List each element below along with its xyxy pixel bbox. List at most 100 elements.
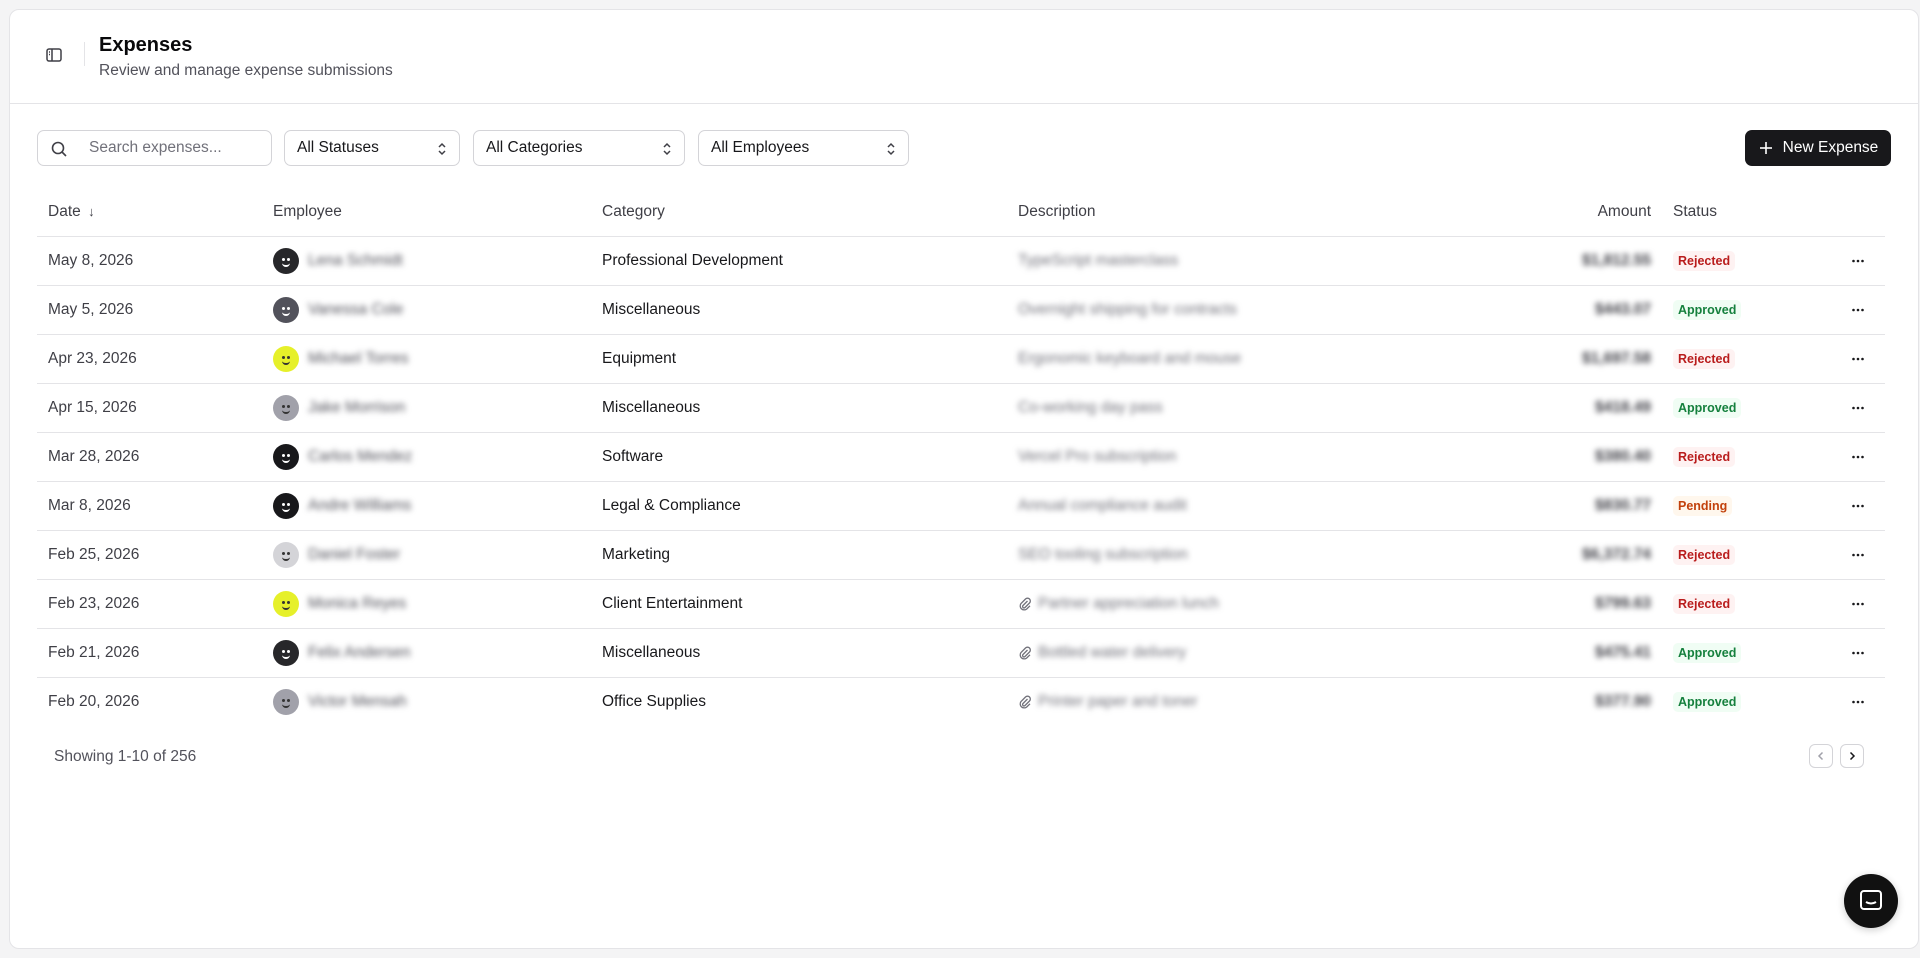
row-actions-button[interactable] bbox=[1831, 645, 1885, 661]
table-row[interactable]: Feb 25, 2026 Daniel Foster Marketing SEO to… bbox=[37, 530, 1885, 580]
avatar bbox=[273, 345, 299, 372]
page-header: Expenses Review and manage expense submi… bbox=[10, 10, 1918, 104]
row-actions-button[interactable] bbox=[1831, 302, 1885, 318]
row-actions-button[interactable] bbox=[1831, 400, 1885, 416]
amount-value: $799.63 bbox=[1594, 594, 1651, 612]
employee-name: Felix Andersen bbox=[308, 643, 411, 661]
cell-description: Co-working day pass bbox=[1018, 383, 1507, 433]
chevron-left-icon bbox=[1817, 751, 1824, 761]
status-badge: Rejected bbox=[1673, 593, 1736, 614]
cell-description: TypeScript masterclass bbox=[1018, 236, 1507, 286]
new-expense-button[interactable]: New Expense bbox=[1745, 130, 1891, 166]
expenses-table: Date ↓ Employee Category Description Amo… bbox=[37, 188, 1885, 726]
search-box[interactable] bbox=[37, 130, 272, 166]
row-actions-button[interactable] bbox=[1831, 498, 1885, 514]
cell-status: Approved bbox=[1651, 383, 1831, 433]
status-badge: Approved bbox=[1673, 397, 1742, 418]
more-horizontal-icon bbox=[1852, 308, 1864, 311]
amount-value: $1,812.55 bbox=[1582, 251, 1651, 269]
amount-value: $380.40 bbox=[1594, 447, 1651, 465]
row-actions-button[interactable] bbox=[1831, 596, 1885, 612]
cell-description: Printer paper and toner bbox=[1018, 677, 1507, 726]
row-actions-button[interactable] bbox=[1831, 694, 1885, 710]
avatar bbox=[273, 639, 299, 666]
status-badge: Rejected bbox=[1673, 544, 1736, 565]
column-header-actions bbox=[1831, 188, 1885, 237]
table-row[interactable]: Apr 15, 2026 Jake Morrison Miscellaneous Co… bbox=[37, 383, 1885, 433]
avatar bbox=[273, 247, 299, 274]
row-actions-button[interactable] bbox=[1831, 449, 1885, 465]
cell-status: Rejected bbox=[1651, 579, 1831, 629]
more-horizontal-icon bbox=[1852, 651, 1864, 654]
cell-actions bbox=[1831, 579, 1885, 629]
description-text: TypeScript masterclass bbox=[1018, 251, 1179, 269]
chat-launcher-button[interactable] bbox=[1844, 874, 1898, 928]
app-frame: Expenses Review and manage expense submi… bbox=[9, 9, 1919, 949]
cell-category: Office Supplies bbox=[602, 692, 706, 710]
more-horizontal-icon bbox=[1852, 455, 1864, 458]
table-row[interactable]: Mar 28, 2026 Carlos Mendez Software Vercel … bbox=[37, 432, 1885, 482]
avatar bbox=[273, 296, 299, 323]
cell-description: SEO tooling subscription bbox=[1018, 530, 1507, 580]
employee-name: Victor Mensah bbox=[308, 692, 407, 710]
cell-status: Approved bbox=[1651, 285, 1831, 335]
cell-date: Mar 28, 2026 bbox=[37, 432, 273, 482]
cell-category: Equipment bbox=[602, 334, 1018, 384]
cell-status: Rejected bbox=[1651, 432, 1831, 482]
column-header-description: Description bbox=[1018, 188, 1507, 237]
cell-date: May 8, 2026 bbox=[37, 236, 273, 286]
cell-amount: $380.40 bbox=[1507, 432, 1651, 482]
column-header-date-label: Date bbox=[48, 202, 81, 220]
more-horizontal-icon bbox=[1852, 357, 1864, 360]
cell-actions bbox=[1831, 285, 1885, 335]
employee-name: Lena Schmidt bbox=[308, 251, 403, 269]
avatar bbox=[273, 688, 299, 715]
column-header-employee: Employee bbox=[273, 188, 602, 237]
description-text: Overnight shipping for contracts bbox=[1018, 300, 1237, 318]
next-page-button[interactable] bbox=[1840, 744, 1864, 768]
cell-amount: $1,697.58 bbox=[1507, 334, 1651, 384]
cell-employee: Andre Williams bbox=[273, 481, 602, 531]
table-row[interactable]: Mar 8, 2026 Andre Williams Legal & Complia… bbox=[37, 481, 1885, 531]
column-header-date[interactable]: Date ↓ bbox=[37, 188, 273, 237]
cell-employee: Victor Mensah bbox=[273, 677, 602, 726]
prev-page-button[interactable] bbox=[1809, 744, 1833, 768]
description-text: Co-working day pass bbox=[1018, 398, 1163, 416]
cell-date: Apr 15, 2026 bbox=[37, 383, 273, 433]
cell-status: Rejected bbox=[1651, 334, 1831, 384]
panel-left-icon[interactable] bbox=[43, 44, 65, 66]
cell-employee: Lena Schmidt bbox=[273, 236, 602, 286]
category-filter-select[interactable]: All Categories bbox=[473, 130, 685, 166]
more-horizontal-icon bbox=[1852, 504, 1864, 507]
employee-name: Daniel Foster bbox=[308, 545, 401, 563]
employee-filter-select[interactable]: All Employees bbox=[698, 130, 909, 166]
avatar bbox=[273, 443, 299, 470]
table-row[interactable]: Feb 23, 2026 Monica Reyes Client Entertain… bbox=[37, 579, 1885, 629]
row-actions-button[interactable] bbox=[1831, 547, 1885, 563]
status-filter-select[interactable]: All Statuses bbox=[284, 130, 460, 166]
avatar bbox=[273, 541, 299, 568]
description-text: SEO tooling subscription bbox=[1018, 545, 1188, 563]
description-text: Bottled water delivery bbox=[1038, 643, 1187, 661]
table-row[interactable]: Apr 23, 2026 Michael Torres Equipment Ergon… bbox=[37, 334, 1885, 384]
cell-amount: $830.77 bbox=[1507, 481, 1651, 531]
table-row[interactable]: May 5, 2026 Vanessa Cole Miscellaneous Over… bbox=[37, 285, 1885, 335]
cell-actions bbox=[1831, 236, 1885, 286]
row-actions-button[interactable] bbox=[1831, 351, 1885, 367]
amount-value: $377.90 bbox=[1594, 692, 1651, 710]
status-badge: Approved bbox=[1673, 691, 1742, 712]
cell-category: Client Entertainment bbox=[602, 579, 1018, 629]
row-actions-button[interactable] bbox=[1831, 253, 1885, 269]
cell-actions bbox=[1831, 677, 1885, 726]
cell-actions bbox=[1831, 432, 1885, 482]
table-row[interactable]: Feb 20, 2026 Victor Mensah Office Supplies… bbox=[37, 677, 1885, 726]
cell-description: Annual compliance audit bbox=[1018, 481, 1507, 531]
search-input[interactable] bbox=[89, 139, 259, 157]
table-row[interactable]: May 8, 2026 Lena Schmidt Professional Deve… bbox=[37, 236, 1885, 286]
cell-amount: $1,812.55 bbox=[1507, 236, 1651, 286]
cell-amount: $799.63 bbox=[1507, 579, 1651, 629]
more-horizontal-icon bbox=[1852, 406, 1864, 409]
cell-category: Miscellaneous bbox=[602, 628, 1018, 678]
table-row[interactable]: Feb 21, 2026 Felix Andersen Miscellaneous B… bbox=[37, 628, 1885, 678]
employee-name: Jake Morrison bbox=[308, 398, 406, 416]
